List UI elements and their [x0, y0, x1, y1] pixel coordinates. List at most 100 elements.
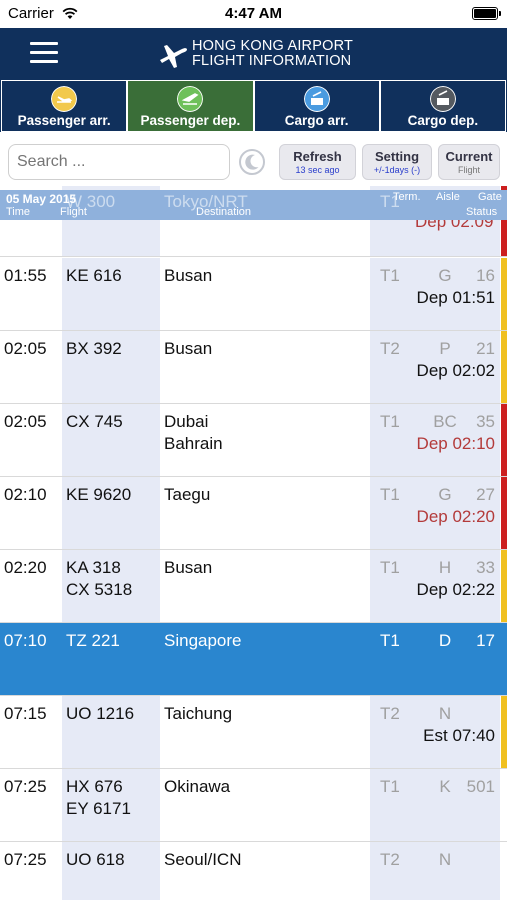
table-row[interactable]: 07:10 TZ 221 Singapore T1 D 17: [0, 623, 507, 696]
scheduled-time: 07:10: [4, 631, 47, 650]
scheduled-time: 02:20: [4, 558, 47, 577]
scheduled-time: 02:10: [4, 485, 47, 504]
table-row[interactable]: 07:15 UO 1216 Taichung T2 N Est 07:40: [0, 696, 507, 769]
tab-cargo-departures[interactable]: Cargo dep.: [379, 80, 506, 132]
flight-number: BX 392: [66, 339, 122, 358]
toolbar: Refresh 13 sec ago Setting +/-1days (-) …: [0, 132, 507, 190]
menu-button[interactable]: [30, 42, 58, 64]
setting-button[interactable]: Setting +/-1days (-): [362, 144, 432, 180]
flight-status: Dep 02:22: [416, 580, 495, 599]
flight-number: UO 618: [66, 850, 125, 869]
terminal: T1: [380, 266, 400, 285]
table-row[interactable]: 01:55 KE 616 Busan T1 G 16 Dep 01:51: [0, 258, 507, 331]
search-input[interactable]: [8, 144, 230, 180]
cargo-departure-icon: [429, 86, 456, 112]
status-bar-indicator: [501, 477, 507, 549]
table-row[interactable]: 02:20 KA 318 CX 5318 Busan T1 H 33 Dep 02:22: [0, 550, 507, 623]
scheduled-time: 07:25: [4, 777, 47, 796]
aisle: K: [439, 777, 451, 796]
gate: 35: [476, 412, 495, 431]
status-bar-indicator: [501, 404, 507, 476]
plane-arrival-icon: [51, 86, 78, 112]
gate: 16: [476, 266, 495, 285]
destination: Bahrain: [164, 434, 223, 453]
destination: Seoul/ICN: [164, 850, 242, 869]
flight-number: CX 745: [66, 412, 123, 431]
flight-number: TZ 221: [66, 631, 120, 650]
scheduled-time: 02:05: [4, 339, 47, 358]
night-mode-icon[interactable]: [238, 148, 266, 176]
terminal: T2: [380, 704, 400, 723]
scheduled-time: 07:25: [4, 850, 47, 869]
destination: Dubai: [164, 412, 209, 431]
terminal: T1: [380, 412, 400, 431]
column-header: W 300 Tokyo/NRT T1 05 May 2015 Time Flig…: [0, 190, 507, 220]
table-row[interactable]: 02:10 KE 9620 Taegu T1 G 27 Dep 02:20: [0, 477, 507, 550]
destination: Busan: [164, 558, 213, 577]
scheduled-time: 02:05: [4, 412, 47, 431]
destination: Taegu: [164, 485, 211, 504]
column-flight: Flight: [60, 206, 87, 218]
current-date: 05 May 2015: [6, 192, 77, 206]
aisle: P: [439, 339, 451, 358]
hamburger-icon: [30, 42, 58, 45]
gate: 33: [476, 558, 495, 577]
aisle: H: [438, 558, 452, 577]
current-flight-button[interactable]: Current Flight: [438, 144, 500, 180]
app-header: HONG KONG AIRPORT FLIGHT INFORMATION: [0, 28, 507, 80]
column-time: Time: [6, 206, 31, 218]
cargo-arrival-icon: [303, 86, 330, 112]
tab-passenger-arrivals[interactable]: Passenger arr.: [1, 80, 128, 132]
terminal: T1: [380, 558, 400, 577]
aisle: N: [438, 850, 452, 869]
clock: 4:47 AM: [225, 5, 282, 22]
table-row[interactable]: 07:25 HX 676 EY 6171 Okinawa T1 K 501: [0, 769, 507, 842]
table-row[interactable]: 02:05 BX 392 Busan T2 P 21 Dep 02:02: [0, 331, 507, 404]
status-bar-indicator: [501, 696, 507, 768]
terminal: T1: [380, 485, 400, 504]
flight-status: Dep 02:20: [416, 507, 495, 526]
flight-status: Dep 02:02: [416, 361, 495, 380]
status-bar: Carrier 4:47 AM: [0, 0, 507, 28]
scheduled-time: 07:15: [4, 704, 47, 723]
flight-number: EY 6171: [66, 799, 131, 818]
status-bar-indicator: [501, 550, 507, 622]
aisle: G: [438, 266, 452, 285]
flight-number: KA 318: [66, 558, 121, 577]
column-destination: Destination: [196, 206, 252, 218]
terminal: T2: [380, 850, 400, 869]
table-row[interactable]: 07:25 UO 618 Seoul/ICN T2 N: [0, 842, 507, 900]
terminal: T1: [380, 631, 400, 650]
flight-number: KE 9620: [66, 485, 132, 504]
flight-number: UO 1216: [66, 704, 135, 723]
gate: 17: [476, 631, 495, 650]
column-aisle: Aisle: [436, 191, 460, 203]
column-status: Status: [466, 206, 498, 218]
aisle: G: [438, 485, 452, 504]
destination: Singapore: [164, 631, 242, 650]
flight-number: CX 5318: [66, 580, 133, 599]
flight-list[interactable]: W 300 Tokyo/NRT T1 Dep 02:09 01:55KE 616…: [0, 186, 507, 900]
flight-number: KE 616: [66, 266, 122, 285]
tab-passenger-departures[interactable]: Passenger dep.: [127, 80, 254, 132]
header-title-line2: FLIGHT INFORMATION: [192, 53, 352, 69]
flight-status: Est 07:40: [423, 726, 495, 745]
gate: 27: [476, 485, 495, 504]
flight-status: Dep 01:51: [416, 288, 495, 307]
column-terminal: Term.: [393, 191, 421, 203]
terminal: T2: [380, 339, 400, 358]
column-gate: Gate: [478, 191, 502, 203]
airplane-icon: [160, 45, 187, 68]
tab-cargo-arrivals[interactable]: Cargo arr.: [253, 80, 380, 132]
refresh-button[interactable]: Refresh 13 sec ago: [279, 144, 356, 180]
destination: Okinawa: [164, 777, 231, 796]
battery-icon: [472, 7, 501, 20]
gate: 21: [476, 339, 495, 358]
plane-departure-icon: [177, 86, 204, 112]
table-row[interactable]: 02:05 CX 745 Dubai Bahrain T1 BC 35 Dep 02:10: [0, 404, 507, 477]
status-bar-indicator: [501, 258, 507, 330]
destination: Busan: [164, 339, 213, 358]
flight-status: Dep 02:10: [416, 434, 495, 453]
scheduled-time: 01:55: [4, 266, 47, 285]
status-bar-indicator: [501, 331, 507, 403]
